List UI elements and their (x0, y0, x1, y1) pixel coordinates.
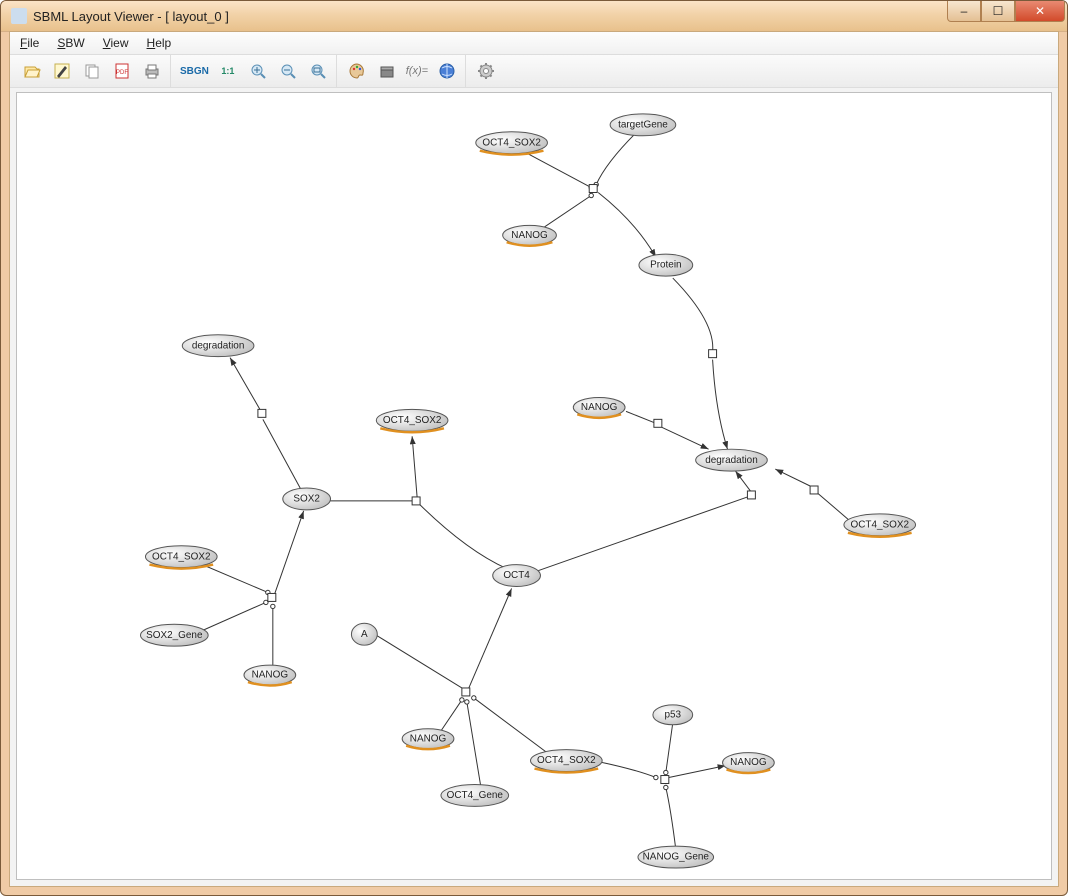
zoom-region-button[interactable] (304, 57, 332, 85)
node-oct4sox2-top[interactable]: OCT4_SOX2 (476, 132, 548, 155)
node-targetgene[interactable]: targetGene (610, 114, 676, 136)
node-oct4sox2-l2[interactable]: OCT4_SOX2 (145, 546, 217, 569)
svg-text:targetGene: targetGene (618, 119, 668, 130)
svg-text:degradation: degradation (705, 455, 757, 466)
svg-text:NANOG: NANOG (252, 670, 288, 681)
pencil-icon (53, 62, 71, 80)
export-pdf-button[interactable]: PDF (108, 57, 136, 85)
app-icon (11, 8, 27, 24)
svg-text:p53: p53 (664, 709, 681, 720)
node-sox2[interactable]: SOX2 (283, 488, 331, 510)
palette-button[interactable] (343, 57, 371, 85)
svg-text:OCT4_SOX2: OCT4_SOX2 (482, 137, 541, 148)
node-nanog-left[interactable]: NANOG (244, 665, 296, 685)
menu-sbw[interactable]: SBW (53, 34, 88, 52)
node-oct4-gene[interactable]: OCT4_Gene (441, 784, 509, 806)
node-oct4sox2-mid[interactable]: OCT4_SOX2 (376, 409, 448, 432)
window-controls: – ☐ ✕ (947, 1, 1065, 22)
menu-view[interactable]: View (99, 34, 133, 52)
zoom-fit-button[interactable]: 1:1 (214, 57, 242, 85)
settings-button[interactable] (472, 57, 500, 85)
zoom-region-icon (309, 62, 327, 80)
diagram-canvas[interactable]: OCT4_SOX2 targetGene NANOG Protein (16, 92, 1052, 880)
node-nanog-b[interactable]: NANOG (402, 729, 454, 749)
client-area: File SBW View Help PDF (9, 31, 1059, 887)
svg-text:NANOG: NANOG (511, 230, 547, 241)
window-title: SBML Layout Viewer - [ layout_0 ] (33, 9, 229, 24)
copy-icon (83, 62, 101, 80)
pdf-icon: PDF (113, 62, 131, 80)
nodes: OCT4_SOX2 targetGene NANOG Protein (141, 114, 916, 868)
node-protein[interactable]: Protein (639, 254, 693, 276)
svg-text:SOX2: SOX2 (293, 494, 320, 505)
zoom-fit-icon: 1:1 (221, 66, 234, 76)
function-button[interactable]: f(x)= (403, 57, 431, 85)
svg-text:Protein: Protein (650, 260, 682, 271)
printer-icon (143, 62, 161, 80)
toolbar: PDF SBGN 1:1 (10, 55, 1058, 88)
svg-text:OCT4_SOX2: OCT4_SOX2 (383, 415, 442, 426)
node-a[interactable]: A (351, 623, 377, 645)
svg-text:PDF: PDF (116, 70, 128, 76)
svg-text:OCT4_Gene: OCT4_Gene (447, 790, 504, 801)
node-nanog-gene[interactable]: NANOG_Gene (638, 846, 714, 868)
globe-icon (438, 62, 456, 80)
svg-text:NANOG: NANOG (581, 402, 617, 413)
node-nanog-mid[interactable]: NANOG (573, 397, 625, 417)
print-button[interactable] (138, 57, 166, 85)
node-sox2-gene[interactable]: SOX2_Gene (141, 624, 209, 646)
open-button[interactable] (18, 57, 46, 85)
svg-text:NANOG_Gene: NANOG_Gene (643, 852, 710, 863)
toolbox-icon (378, 62, 396, 80)
maximize-button[interactable]: ☐ (981, 1, 1015, 22)
svg-text:NANOG: NANOG (730, 757, 766, 768)
palette-icon (348, 62, 366, 80)
graph-svg: OCT4_SOX2 targetGene NANOG Protein (17, 93, 1051, 879)
node-oct4[interactable]: OCT4 (493, 565, 541, 587)
node-degradation-right[interactable]: degradation (696, 449, 768, 471)
copy-button[interactable] (78, 57, 106, 85)
folder-open-icon (23, 62, 41, 80)
close-button[interactable]: ✕ (1015, 1, 1065, 22)
sbgn-button[interactable]: SBGN (177, 57, 212, 85)
node-degradation-left[interactable]: degradation (182, 335, 254, 357)
svg-text:OCT4_SOX2: OCT4_SOX2 (850, 519, 909, 530)
zoom-in-button[interactable] (244, 57, 272, 85)
svg-text:NANOG: NANOG (410, 733, 446, 744)
node-nanog-r[interactable]: NANOG (723, 753, 775, 773)
node-oct4sox2-right[interactable]: OCT4_SOX2 (844, 514, 916, 537)
node-nanog-top[interactable]: NANOG (503, 225, 557, 245)
zoom-in-icon (249, 62, 267, 80)
node-oct4sox2-b[interactable]: OCT4_SOX2 (531, 750, 603, 773)
zoom-out-icon (279, 62, 297, 80)
minimize-button[interactable]: – (947, 1, 981, 22)
svg-text:A: A (361, 629, 368, 640)
node-p53[interactable]: p53 (653, 705, 693, 725)
menu-help[interactable]: Help (143, 34, 176, 52)
gear-icon (477, 62, 495, 80)
menu-file[interactable]: File (16, 34, 43, 52)
toolbox-button[interactable] (373, 57, 401, 85)
svg-text:SOX2_Gene: SOX2_Gene (146, 630, 203, 641)
title-bar[interactable]: SBML Layout Viewer - [ layout_0 ] – ☐ ✕ (1, 1, 1067, 32)
function-icon: f(x)= (406, 65, 428, 77)
svg-text:OCT4: OCT4 (503, 570, 530, 581)
svg-text:degradation: degradation (192, 340, 245, 351)
menu-bar: File SBW View Help (10, 32, 1058, 55)
svg-text:OCT4_SOX2: OCT4_SOX2 (537, 755, 596, 766)
globe-button[interactable] (433, 57, 461, 85)
zoom-out-button[interactable] (274, 57, 302, 85)
app-window: SBML Layout Viewer - [ layout_0 ] – ☐ ✕ … (0, 0, 1068, 896)
svg-text:OCT4_SOX2: OCT4_SOX2 (152, 551, 211, 562)
edit-button[interactable] (48, 57, 76, 85)
